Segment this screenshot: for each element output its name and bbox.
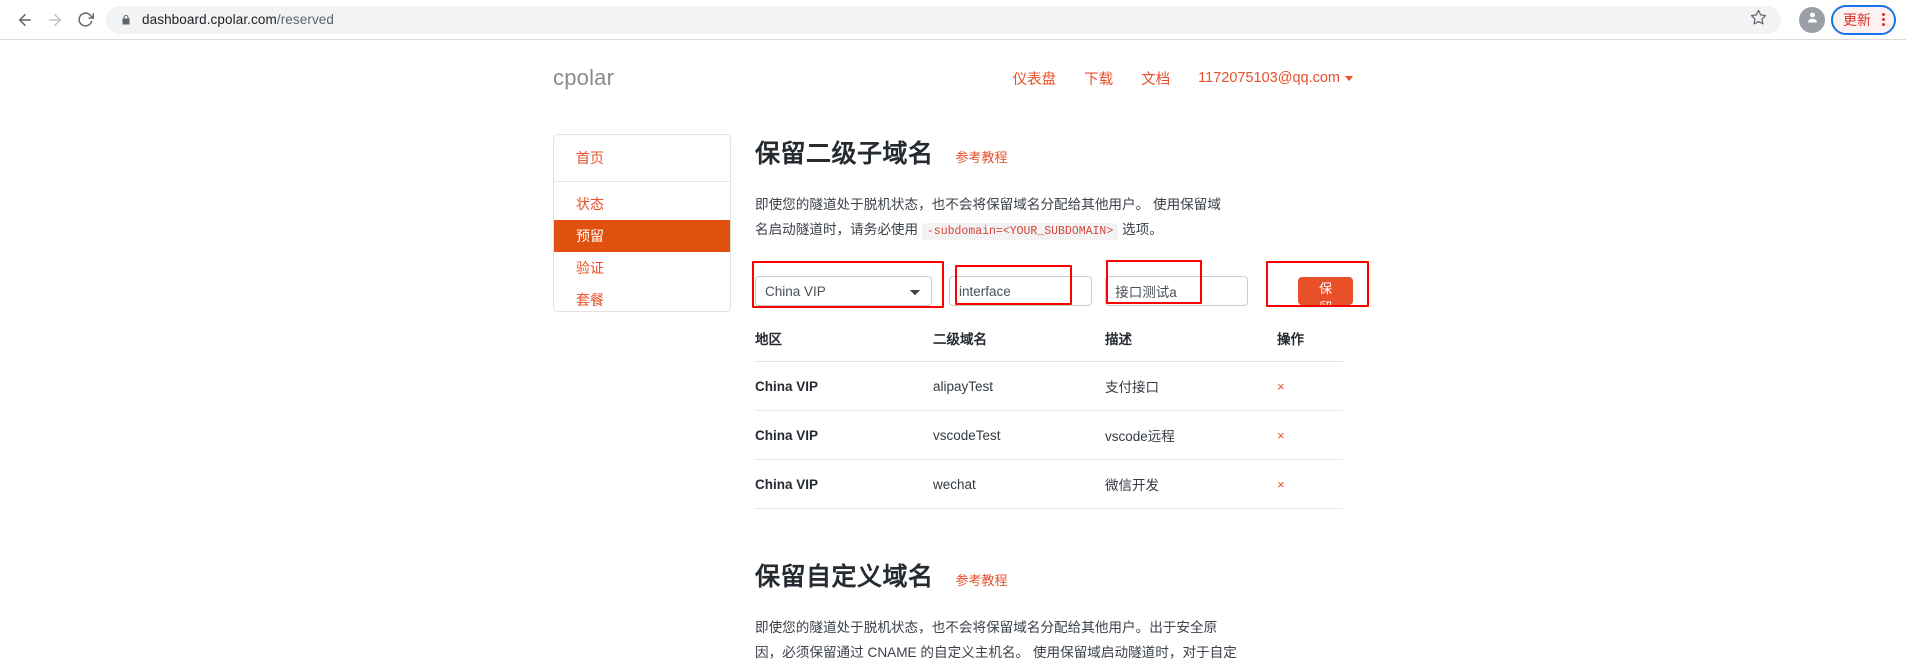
subdomain-title-row: 保留二级子域名 参考教程 — [755, 134, 1353, 170]
region-select[interactable]: China VIP — [755, 276, 932, 306]
star-icon[interactable] — [1750, 9, 1767, 31]
lock-icon — [120, 14, 132, 26]
sidebar-list: 状态 预留 验证 套餐 推荐返利 — [554, 182, 730, 311]
arrow-right-icon — [46, 11, 64, 29]
column-header-region: 地区 — [755, 320, 933, 362]
back-button[interactable] — [10, 5, 40, 35]
column-header-action: 操作 — [1277, 320, 1343, 362]
reload-button[interactable] — [70, 5, 100, 35]
page-title: 保留二级子域名 — [755, 140, 934, 168]
account-email: 1172075103@qq.com — [1198, 70, 1340, 86]
custom-domain-description: 即使您的隧道处于脱机状态，也不会将保留域名分配给其他用户。出于安全原因，必须保留… — [755, 615, 1243, 662]
subdomain-input[interactable] — [948, 276, 1092, 306]
update-label: 更新 — [1843, 11, 1871, 28]
reserve-subdomain-form: China VIP 保留 — [752, 260, 1369, 315]
save-button[interactable]: 保留 — [1298, 277, 1353, 315]
cell-description: 支付接口 — [1105, 361, 1277, 411]
forward-button[interactable] — [40, 5, 70, 35]
main-content: 保留二级子域名 参考教程 即使您的隧道处于脱机状态，也不会将保留域名分配给其他用… — [731, 134, 1369, 662]
subdomain-description: 即使您的隧道处于脱机状态，也不会将保留域名分配给其他用户。 使用保留域名启动隧道… — [755, 192, 1233, 244]
subdomain-flag-code: -subdomain=<YOUR_SUBDOMAIN> — [921, 223, 1119, 240]
reference-tutorial-link[interactable]: 参考教程 — [956, 147, 1008, 170]
nav-item-download[interactable]: 下载 — [1084, 68, 1113, 89]
reference-tutorial-link-custom[interactable]: 参考教程 — [956, 570, 1008, 593]
top-navigation: 仪表盘 下载 文档 1172075103@qq.com — [1013, 68, 1353, 89]
sidebar-item-status[interactable]: 状态 — [554, 188, 730, 220]
chevron-down-icon — [1345, 75, 1353, 81]
desc-text-2: 选项。 — [1122, 222, 1163, 237]
body-row: 首页 状态 预留 验证 套餐 推荐返利 保留二级子域名 参考教程 即使您的隧道处… — [553, 102, 1369, 662]
address-bar[interactable]: dashboard.cpolar.com/reserved — [106, 5, 1781, 34]
custom-domain-section: 保留自定义域名 参考教程 即使您的隧道处于脱机状态，也不会将保留域名分配给其他用… — [755, 557, 1353, 662]
sidebar-item-plans[interactable]: 套餐 — [554, 284, 730, 311]
delete-icon[interactable]: × — [1277, 477, 1285, 492]
cell-subdomain: wechat — [933, 459, 1105, 509]
custom-domain-title: 保留自定义域名 — [755, 563, 934, 591]
avatar-icon — [1805, 10, 1820, 30]
nav-item-dashboard[interactable]: 仪表盘 — [1013, 68, 1057, 89]
nav-item-account[interactable]: 1172075103@qq.com — [1198, 70, 1353, 86]
arrow-left-icon — [16, 11, 34, 29]
url-path: /reserved — [276, 12, 335, 27]
cell-description: vscode远程 — [1105, 410, 1277, 460]
url-text: dashboard.cpolar.com/reserved — [142, 12, 334, 27]
description-input[interactable] — [1105, 276, 1249, 306]
cell-description: 微信开发 — [1105, 459, 1277, 509]
cell-subdomain: vscodeTest — [933, 410, 1105, 460]
column-header-subdomain: 二级域名 — [933, 320, 1105, 362]
sidebar: 首页 状态 预留 验证 套餐 推荐返利 — [553, 134, 731, 312]
kebab-menu-icon[interactable] — [1879, 13, 1888, 26]
sidebar-header: 首页 — [554, 135, 730, 182]
content-container: cpolar 仪表盘 下载 文档 1172075103@qq.com 首页 状态… — [553, 40, 1369, 662]
delete-icon[interactable]: × — [1277, 428, 1285, 443]
site-header: cpolar 仪表盘 下载 文档 1172075103@qq.com — [553, 40, 1353, 102]
table-header-row: 地区 二级域名 描述 操作 — [755, 320, 1343, 362]
reserved-subdomains-table: 地区 二级域名 描述 操作 China VIP alipayTest 支付接口 … — [755, 320, 1343, 509]
site-logo: cpolar — [553, 65, 615, 90]
url-host: dashboard.cpolar.com — [142, 12, 277, 27]
cell-region: China VIP — [755, 459, 933, 509]
sidebar-item-verify[interactable]: 验证 — [554, 252, 730, 284]
cell-region: China VIP — [755, 410, 933, 460]
browser-toolbar: dashboard.cpolar.com/reserved 更新 — [0, 0, 1906, 40]
sidebar-item-home[interactable]: 首页 — [576, 150, 604, 166]
delete-icon[interactable]: × — [1277, 379, 1285, 394]
table-row: China VIP alipayTest 支付接口 × — [755, 361, 1343, 411]
cell-region: China VIP — [755, 361, 933, 411]
profile-button[interactable] — [1799, 6, 1825, 33]
cell-subdomain: alipayTest — [933, 361, 1105, 411]
custom-desc-1: 即使您的隧道处于脱机状态，也不会将保留域名分配给其他用户。出于安全原因，必须保留… — [755, 620, 1237, 660]
column-header-description: 描述 — [1105, 320, 1277, 362]
custom-title-row: 保留自定义域名 参考教程 — [755, 557, 1353, 593]
nav-item-docs[interactable]: 文档 — [1141, 68, 1170, 89]
table-row: China VIP vscodeTest vscode远程 × — [755, 410, 1343, 460]
sidebar-item-reserved[interactable]: 预留 — [554, 220, 730, 252]
update-button[interactable]: 更新 — [1831, 4, 1896, 35]
reload-icon — [77, 11, 94, 28]
table-row: China VIP wechat 微信开发 × — [755, 459, 1343, 509]
page-content: cpolar 仪表盘 下载 文档 1172075103@qq.com 首页 状态… — [0, 40, 1906, 662]
